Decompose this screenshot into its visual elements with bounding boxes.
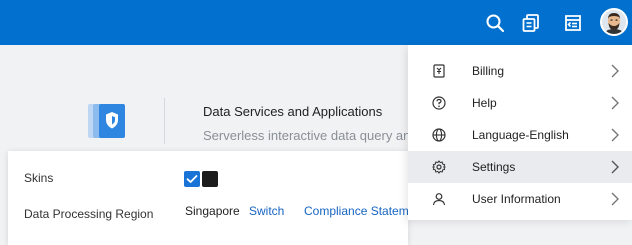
globe-icon bbox=[432, 128, 446, 142]
notifications-icon[interactable] bbox=[519, 11, 543, 35]
menu-item-label: Help bbox=[472, 96, 497, 110]
menu-item-label: Settings bbox=[472, 160, 516, 174]
region-value: Singapore bbox=[185, 204, 240, 218]
top-navigation-bar bbox=[0, 0, 632, 45]
skin-swatch-black[interactable] bbox=[202, 171, 218, 187]
service-subtitle: Serverless interactive data query and an… bbox=[203, 128, 408, 143]
tickets-icon[interactable] bbox=[561, 11, 585, 35]
menu-item-language[interactable]: Language-English bbox=[408, 119, 632, 151]
chevron-right-icon bbox=[610, 192, 620, 206]
divider bbox=[164, 98, 165, 144]
region-label: Data Processing Region bbox=[24, 207, 154, 221]
chevron-right-icon bbox=[610, 128, 620, 142]
user-icon bbox=[432, 192, 446, 206]
menu-item-label: User Information bbox=[472, 192, 561, 206]
menu-item-label: Billing bbox=[472, 64, 505, 78]
help-icon bbox=[432, 96, 446, 110]
menu-item-billing[interactable]: Billing bbox=[408, 55, 632, 87]
menu-item-settings[interactable]: Settings bbox=[408, 151, 632, 183]
chevron-right-icon bbox=[610, 160, 620, 174]
chevron-right-icon bbox=[610, 96, 620, 110]
settings-panel: Skins Data Processing Region Singapore S… bbox=[8, 151, 425, 245]
menu-item-help[interactable]: Help bbox=[408, 87, 632, 119]
billing-icon bbox=[432, 64, 446, 78]
menu-item-user-information[interactable]: User Information bbox=[408, 183, 632, 215]
switch-region-link[interactable]: Switch bbox=[249, 204, 284, 218]
search-icon[interactable] bbox=[483, 11, 507, 35]
skins-label: Skins bbox=[24, 171, 54, 185]
menu-item-label: Language-English bbox=[472, 128, 569, 142]
data-services-logo-icon bbox=[88, 104, 128, 140]
user-dropdown-menu: Billing Help Language-English Settings U… bbox=[408, 45, 632, 220]
user-avatar[interactable] bbox=[600, 8, 628, 36]
gear-icon bbox=[432, 160, 446, 174]
skin-swatch-blue[interactable] bbox=[184, 171, 200, 187]
service-title: Data Services and Applications bbox=[203, 104, 383, 119]
chevron-right-icon bbox=[610, 64, 620, 78]
